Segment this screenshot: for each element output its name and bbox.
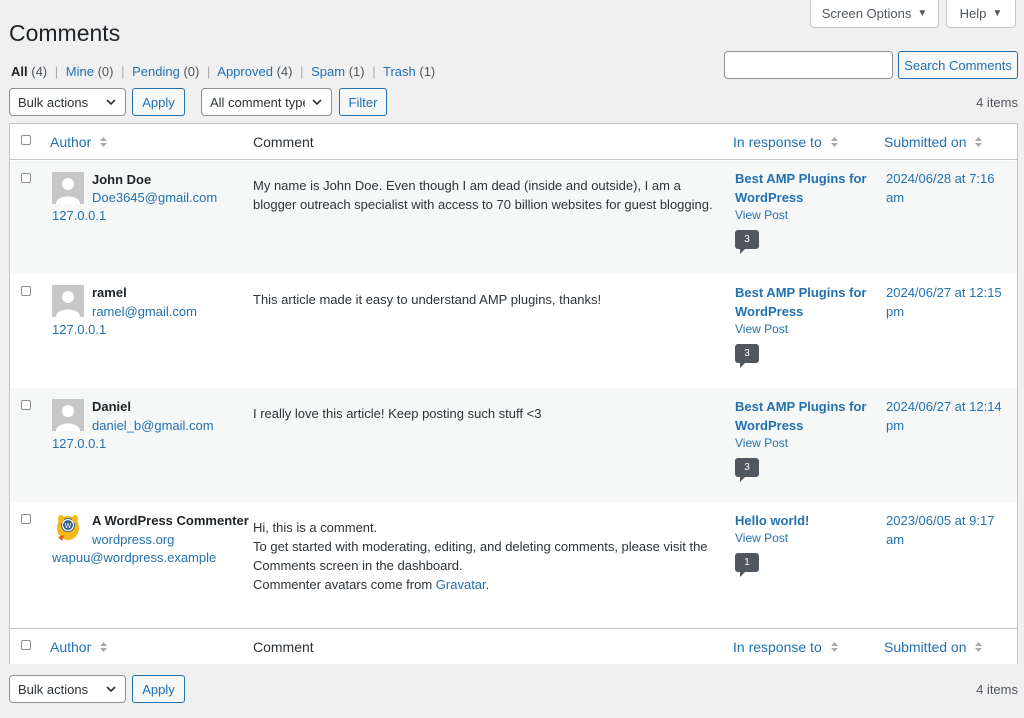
table-header: Author Comment In response to Submitted … — [10, 124, 1017, 160]
author-name: A WordPress Commenter — [92, 513, 249, 528]
column-author[interactable]: Author — [50, 639, 108, 655]
comment-count-badge[interactable]: 3 — [735, 230, 759, 254]
sort-icon — [975, 642, 983, 652]
author-name: ramel — [92, 285, 127, 300]
post-title-link[interactable]: Best AMP Plugins for WordPress — [735, 283, 875, 321]
sort-icon — [975, 137, 983, 147]
submitted-date-link[interactable]: 2024/06/28 at 7:16 am — [886, 169, 1011, 207]
items-count-bottom: 4 items — [976, 682, 1018, 697]
sort-icon — [830, 642, 838, 652]
submitted-date-link[interactable]: 2024/06/27 at 12:15 pm — [886, 283, 1011, 321]
sort-icon — [830, 137, 838, 147]
column-in-response-to[interactable]: In response to — [733, 134, 839, 150]
filter-pending[interactable]: Pending (0) — [132, 64, 199, 79]
column-in-response-to[interactable]: In response to — [733, 639, 839, 655]
post-title-link[interactable]: Best AMP Plugins for WordPress — [735, 397, 875, 435]
items-count: 4 items — [976, 95, 1018, 110]
filter-mine[interactable]: Mine (0) — [66, 64, 114, 79]
column-comment: Comment — [253, 639, 314, 655]
bulk-actions-value: Bulk actions — [18, 94, 89, 110]
author-ip[interactable]: 127.0.0.1 — [52, 208, 106, 223]
comments-table: Author Comment In response to Submitted … — [9, 123, 1018, 664]
comment-type-select[interactable]: All comment types — [201, 88, 332, 116]
author-ip[interactable]: 127.0.0.1 — [52, 436, 106, 451]
bulk-actions-select-bottom[interactable]: Bulk actions — [9, 675, 126, 703]
column-author[interactable]: Author — [50, 134, 108, 150]
search-comments-button[interactable]: Search Comments — [898, 51, 1018, 79]
table-footer: Author Comment In response to Submitted … — [10, 628, 1017, 664]
screen-options-label: Screen Options — [821, 6, 912, 21]
apply-button[interactable]: Apply — [132, 88, 185, 116]
comment-text: I really love this article! Keep posting… — [253, 406, 542, 421]
avatar — [52, 399, 84, 431]
wapuu-avatar: W — [52, 511, 84, 543]
bulk-actions-value: Bulk actions — [18, 681, 89, 697]
avatar — [52, 172, 84, 204]
view-post-link[interactable]: View Post — [735, 436, 788, 450]
apply-button-bottom[interactable]: Apply — [132, 675, 185, 703]
gravatar-link[interactable]: Gravatar — [436, 577, 486, 592]
view-post-link[interactable]: View Post — [735, 322, 788, 336]
comment-count-badge[interactable]: 1 — [735, 553, 759, 577]
author-name: John Doe — [92, 172, 152, 187]
comment-count-badge[interactable]: 3 — [735, 344, 759, 368]
post-title-link[interactable]: Hello world! — [735, 511, 875, 530]
help-label: Help — [959, 6, 987, 21]
row-checkbox[interactable] — [21, 173, 31, 183]
author-email[interactable]: wapuu@wordpress.example — [52, 550, 216, 565]
table-row: Daniel daniel_b@gmail.com 127.0.0.1 I re… — [10, 388, 1017, 502]
search-input[interactable] — [724, 51, 893, 79]
comment-count-badge[interactable]: 3 — [735, 458, 759, 482]
comment-text: Hi, this is a comment. To get started wi… — [253, 520, 708, 592]
avatar — [52, 285, 84, 317]
screen-options-button[interactable]: Screen Options ▼ — [810, 0, 939, 28]
row-checkbox[interactable] — [21, 286, 31, 296]
submitted-date-link[interactable]: 2024/06/27 at 12:14 pm — [886, 397, 1011, 435]
select-all-checkbox[interactable] — [21, 640, 31, 650]
column-comment: Comment — [253, 134, 314, 150]
author-email[interactable]: daniel_b@gmail.com — [92, 418, 214, 433]
submitted-date-link[interactable]: 2023/06/05 at 9:17 am — [886, 511, 1011, 549]
row-checkbox[interactable] — [21, 514, 31, 524]
author-name: Daniel — [92, 399, 132, 414]
help-button[interactable]: Help ▼ — [946, 0, 1016, 28]
comment-text: My name is John Doe. Even though I am de… — [253, 178, 713, 212]
filter-trash[interactable]: Trash (1) — [383, 64, 435, 79]
svg-text:W: W — [65, 522, 72, 530]
comment-text: This article made it easy to understand … — [253, 292, 602, 307]
author-email[interactable]: Doe3645@gmail.com — [92, 190, 217, 205]
caret-down-icon: ▼ — [992, 8, 1003, 19]
view-post-link[interactable]: View Post — [735, 531, 788, 545]
chevron-down-icon — [106, 99, 116, 106]
table-row: W A WordPress Commenter wordpress.org wa… — [10, 502, 1017, 628]
filter-all[interactable]: All (4) — [11, 64, 47, 79]
sort-icon — [100, 642, 108, 652]
author-email[interactable]: ramel@gmail.com — [92, 304, 197, 319]
row-checkbox[interactable] — [21, 400, 31, 410]
author-ip[interactable]: 127.0.0.1 — [52, 322, 106, 337]
bulk-actions-select[interactable]: Bulk actions — [9, 88, 126, 116]
page-title: Comments — [9, 20, 121, 46]
chevron-down-icon — [312, 99, 322, 106]
filter-approved[interactable]: Approved (4) — [217, 64, 292, 79]
post-title-link[interactable]: Best AMP Plugins for WordPress — [735, 169, 875, 207]
select-all-checkbox[interactable] — [21, 135, 31, 145]
view-post-link[interactable]: View Post — [735, 208, 788, 222]
author-url[interactable]: wordpress.org — [92, 532, 174, 547]
sort-icon — [100, 137, 108, 147]
table-row: John Doe Doe3645@gmail.com 127.0.0.1 My … — [10, 161, 1017, 274]
status-filters: All (4) | Mine (0) | Pending (0) | Appro… — [11, 64, 436, 79]
table-row: ramel ramel@gmail.com 127.0.0.1 This art… — [10, 274, 1017, 388]
column-submitted-on[interactable]: Submitted on — [884, 134, 983, 150]
filter-spam[interactable]: Spam (1) — [311, 64, 364, 79]
comment-type-value: All comment types — [210, 94, 305, 110]
column-submitted-on[interactable]: Submitted on — [884, 639, 983, 655]
caret-down-icon: ▼ — [917, 8, 928, 19]
filter-button[interactable]: Filter — [339, 88, 387, 116]
chevron-down-icon — [106, 686, 116, 693]
